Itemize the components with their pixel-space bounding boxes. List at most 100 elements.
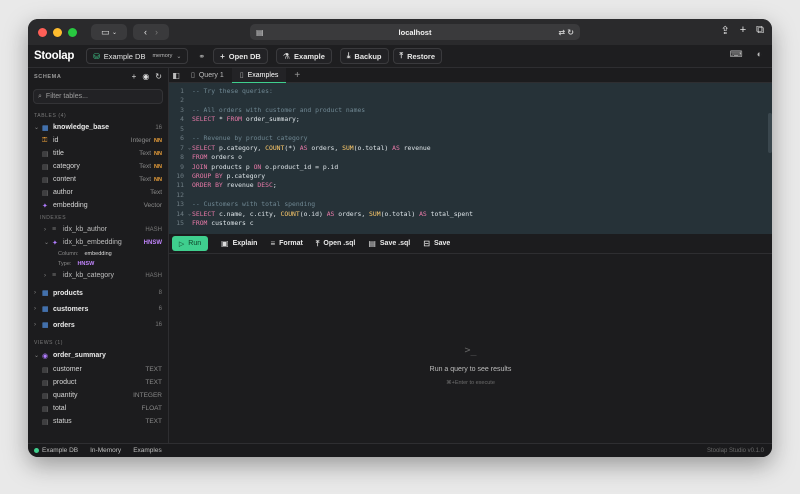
new-tab-icon[interactable]: + xyxy=(740,24,746,37)
share-icon[interactable]: ⇪ xyxy=(720,24,729,37)
table-filter-input[interactable]: ⌕ Filter tables... xyxy=(33,89,163,104)
column-item[interactable]: ▤ author Text xyxy=(28,186,168,199)
keyboard-icon[interactable]: ⌨ xyxy=(730,49,743,60)
view-column-item[interactable]: ▤ total FLOAT xyxy=(28,402,168,415)
example-button[interactable]: ⚗ Example xyxy=(275,48,332,64)
chevron-right-icon[interactable]: › xyxy=(44,227,52,233)
save-sql-button[interactable]: ▤ Save .sql xyxy=(368,239,410,248)
download-icon: ⤓ xyxy=(346,51,351,60)
view-column-item[interactable]: ▤ product TEXT xyxy=(28,376,168,389)
not-null-badge: NN xyxy=(154,150,162,157)
table-item-customers[interactable]: › ▦ customers 6 xyxy=(28,301,168,317)
back-button[interactable]: ‹ xyxy=(144,27,147,37)
column-item[interactable]: ▤ title Text NN xyxy=(28,147,168,160)
fold-icon[interactable]: ⌄ xyxy=(188,144,191,153)
tab-query-1[interactable]: ▯ Query 1 xyxy=(183,68,232,83)
file-icon: ▯ xyxy=(239,72,244,79)
column-type: TEXT xyxy=(145,366,162,373)
explain-icon: ▣ xyxy=(221,239,229,248)
open-sql-button[interactable]: ⤒ Open .sql xyxy=(316,239,355,249)
chevron-right-icon[interactable]: › xyxy=(44,273,52,279)
column-icon: ▤ xyxy=(42,163,49,171)
line-number: 8 xyxy=(180,153,184,162)
example-label: Example xyxy=(294,51,325,61)
view-column-item[interactable]: ▤ quantity INTEGER xyxy=(28,389,168,402)
tab-overview-icon[interactable]: ⧉ xyxy=(756,24,764,37)
open-db-button[interactable]: + Open DB xyxy=(213,48,268,64)
filter-placeholder: Filter tables... xyxy=(45,93,88,100)
window-controls xyxy=(38,27,77,37)
chevron-down-icon[interactable]: ⌄ xyxy=(34,352,42,359)
code-line: -- Try these queries: xyxy=(192,87,273,95)
new-tab-icon[interactable]: + xyxy=(294,70,300,81)
chevron-down-icon[interactable]: ⌄ xyxy=(34,124,42,131)
refresh-icon[interactable]: ↻ xyxy=(155,72,162,81)
sql-editor[interactable]: 1 2 3 4 5 6 7 ⌄ 8 9 10 11 12 13 14 ⌄ 15 --… xyxy=(169,83,772,234)
view-column-item[interactable]: ▤ customer TEXT xyxy=(28,363,168,376)
vector-icon: ✦ xyxy=(52,239,58,247)
backup-button[interactable]: ⤓ Backup xyxy=(339,48,389,64)
chevron-down-icon[interactable]: ⌄ xyxy=(44,239,52,246)
column-item[interactable]: ▤ category Text NN xyxy=(28,160,168,173)
index-item[interactable]: ⌄ ✦ idx_kb_embedding HNSW xyxy=(28,236,168,249)
forward-button[interactable]: › xyxy=(155,27,158,37)
column-name: status xyxy=(53,418,72,425)
format-button[interactable]: ≡ Format xyxy=(270,239,302,248)
database-selector[interactable]: ⛁ Example DB memory ⌄ xyxy=(86,48,189,64)
run-button[interactable]: ▷ Run xyxy=(172,236,208,251)
page-settings-icon[interactable]: ▤ xyxy=(256,28,264,37)
tab-label: Query 1 xyxy=(198,71,224,79)
view-column-item[interactable]: ▤ status TEXT xyxy=(28,415,168,428)
fold-icon[interactable]: ⌄ xyxy=(188,210,191,219)
maximize-window-button[interactable] xyxy=(68,27,77,37)
chevron-right-icon[interactable]: › xyxy=(34,322,42,328)
column-type: Integer xyxy=(130,137,152,144)
row-count: 16 xyxy=(155,322,162,328)
close-window-button[interactable] xyxy=(38,27,47,37)
line-number: 4 xyxy=(180,115,184,124)
address-bar[interactable]: ▤ localhost ⇄ ↻ xyxy=(250,24,580,40)
chevron-right-icon[interactable]: › xyxy=(34,306,42,312)
minimize-window-button[interactable] xyxy=(53,27,62,37)
table-item-products[interactable]: › ▦ products 8 xyxy=(28,285,168,301)
theme-icon[interactable]: ◐ xyxy=(757,49,762,60)
explain-button[interactable]: ▣ Explain xyxy=(221,239,257,248)
column-item[interactable]: ▤ content Text NN xyxy=(28,173,168,186)
chevron-right-icon[interactable]: › xyxy=(34,290,42,296)
editor-scrollbar[interactable] xyxy=(768,83,772,234)
column-item[interactable]: ✦ embedding Vector xyxy=(28,199,168,212)
sidebar-toggle-button[interactable]: ▭ ⌄ xyxy=(91,24,127,40)
code-lines: -- Try these queries: -- All orders with… xyxy=(192,87,473,229)
app-toolbar: Stoolap ⛁ Example DB memory ⌄ ⚭ + Open D… xyxy=(28,45,772,68)
table-item-knowledge-base[interactable]: ⌄ ▦ knowledge_base 16 xyxy=(28,121,168,134)
code-line: SELECT p.category, COUNT(*) AS orders, S… xyxy=(192,143,431,152)
column-item[interactable]: ⚿ id Integer NN xyxy=(28,134,168,147)
index-type: HNSW xyxy=(143,239,162,246)
restore-button[interactable]: ⤒ Restore xyxy=(392,48,442,64)
translate-reload-icons[interactable]: ⇄ ↻ xyxy=(558,28,574,37)
index-item[interactable]: › ≡ idx_kb_author HASH xyxy=(28,223,168,236)
line-number: 7 ⌄ xyxy=(169,144,191,153)
add-table-icon[interactable]: + xyxy=(132,72,137,81)
browser-chrome: ▭ ⌄ ‹ › ▤ localhost ⇄ ↻ ⇪ + ⧉ xyxy=(28,19,772,45)
save-button[interactable]: ⊟ Save xyxy=(423,239,450,248)
column-name: quantity xyxy=(53,392,78,399)
table-name: orders xyxy=(53,321,75,329)
row-count: 6 xyxy=(158,306,162,312)
indexes-section-header: INDEXES xyxy=(40,215,67,221)
line-number: 3 xyxy=(180,105,184,114)
index-name: idx_kb_category xyxy=(63,272,114,279)
link-icon[interactable]: ⚭ xyxy=(198,52,205,61)
status-mode: In-Memory xyxy=(90,447,122,454)
view-item-order-summary[interactable]: ⌄ ◉ order_summary xyxy=(28,348,168,363)
format-label: Format xyxy=(279,240,303,247)
connection-status-indicator xyxy=(34,448,39,453)
table-item-orders[interactable]: › ▦ orders 16 xyxy=(28,317,168,333)
eye-icon[interactable]: ◉ xyxy=(142,72,149,81)
upload-icon: ⤒ xyxy=(315,238,320,248)
tab-examples[interactable]: ▯ Examples xyxy=(231,67,287,84)
panel-toggle-icon[interactable]: ◧ xyxy=(169,68,183,83)
toolbar-right-actions: ⌨ ◐ xyxy=(730,49,762,60)
index-item[interactable]: › ≡ idx_kb_category HASH xyxy=(28,269,168,282)
app-version: Stoolap Studio v0.1.0 xyxy=(706,447,764,454)
